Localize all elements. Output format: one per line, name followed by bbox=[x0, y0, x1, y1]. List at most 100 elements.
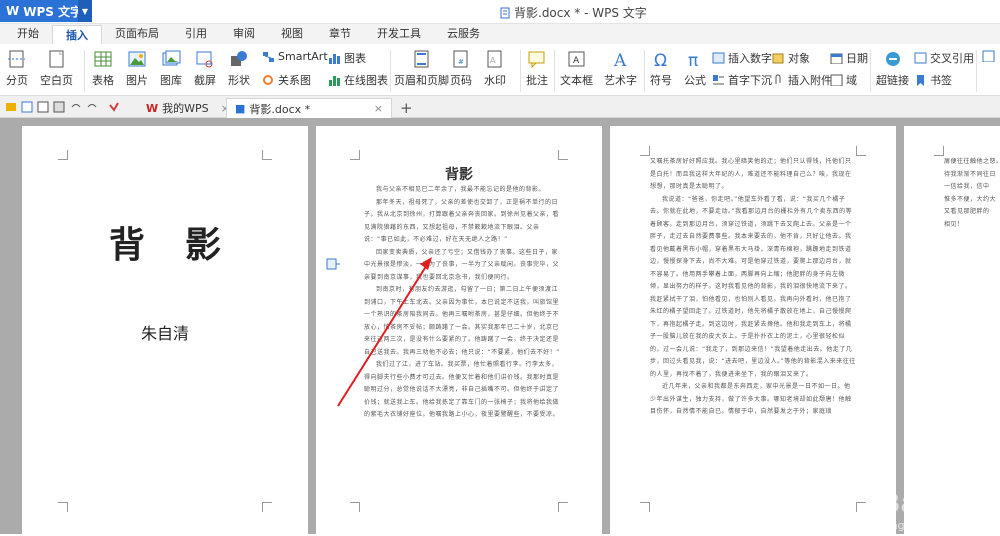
blank-page-icon bbox=[49, 50, 63, 68]
paperclip-icon bbox=[775, 74, 781, 84]
date-button[interactable]: 日期 bbox=[830, 50, 868, 66]
smartart-icon bbox=[263, 51, 274, 62]
watermark-icon: A bbox=[487, 50, 502, 68]
menu-bar: 开始 插入 页面布局 引用 审阅 视图 章节 开发工具 云服务 bbox=[0, 24, 1000, 45]
crop-mark bbox=[856, 146, 866, 156]
separator bbox=[84, 50, 85, 92]
field-button[interactable]: 域 bbox=[830, 72, 857, 88]
shapes-button[interactable]: 形状 bbox=[228, 50, 250, 88]
menu-3[interactable]: 引用 bbox=[172, 24, 220, 44]
separator bbox=[390, 50, 391, 92]
page-3[interactable]: 又嘱托茶房好好照应我。我心里暗笑他的迂；他们只认得钱，托他们只是白托！而且我这样… bbox=[610, 126, 896, 536]
svg-text:π: π bbox=[688, 51, 698, 68]
shapes-icon bbox=[231, 51, 247, 66]
online-chart-button[interactable]: 在线图表 bbox=[328, 72, 388, 88]
menu-1[interactable]: 插入 bbox=[52, 25, 102, 45]
grid-icon bbox=[982, 50, 995, 62]
document-icon: ■ bbox=[235, 102, 246, 115]
link-icon bbox=[885, 52, 900, 66]
menu-2[interactable]: 页面布局 bbox=[102, 24, 172, 44]
more-button[interactable] bbox=[982, 50, 995, 62]
text-line: 屑便往往触他之怒。 bbox=[944, 158, 1000, 165]
relation-chart-button[interactable]: 关系图 bbox=[262, 72, 311, 88]
svg-text:A: A bbox=[573, 56, 580, 66]
paragraph-note-icon[interactable] bbox=[326, 258, 340, 270]
gallery-button[interactable]: 图库 bbox=[160, 50, 182, 88]
insert-number-button[interactable]: 插入数字 bbox=[712, 50, 772, 66]
menu-4[interactable]: 审阅 bbox=[220, 24, 268, 44]
new-tab-button[interactable]: + bbox=[392, 98, 421, 118]
document-canvas[interactable]: 背影 朱自清 背影 我与父亲不相见已二年余了，我最不能忘记的是他的背影。 那年冬… bbox=[0, 118, 1000, 536]
chart-button[interactable]: 图表 bbox=[328, 50, 366, 66]
page-4[interactable]: 屑便往往触他之怒。 待我渐渐不同往日 一信给我，信中 惟多不便，大约大 又看见那肥胖的相… bbox=[904, 126, 1000, 536]
separator bbox=[554, 50, 555, 92]
bookmark-button[interactable]: 书签 bbox=[914, 72, 952, 88]
page-break-button[interactable]: 分页 bbox=[6, 50, 28, 88]
menu-5[interactable]: 视图 bbox=[268, 24, 316, 44]
svg-text:#: # bbox=[458, 58, 464, 66]
object-button[interactable]: 对象 bbox=[772, 50, 810, 66]
svg-text:Ω: Ω bbox=[654, 51, 667, 68]
table-button[interactable]: 表格 bbox=[92, 50, 114, 88]
document-icon bbox=[500, 7, 510, 18]
dropcap-button[interactable]: 首字下沉 bbox=[712, 72, 772, 88]
hyperlink-button[interactable]: 超链接 bbox=[876, 50, 909, 88]
textbox-button[interactable]: A 文本框 bbox=[560, 50, 593, 88]
page-title: 背影 bbox=[445, 167, 473, 183]
smartart-button[interactable]: SmartArt bbox=[262, 50, 328, 63]
text-line: 一信给我，信中 bbox=[944, 183, 990, 190]
title-bar: W WPS 文字 ▼ 背影.docx * - WPS 文字 bbox=[0, 0, 1000, 24]
crop-mark bbox=[856, 502, 866, 512]
window-title: 背影.docx * - WPS 文字 bbox=[500, 4, 647, 21]
crop-mark bbox=[58, 150, 68, 160]
comment-button[interactable]: 批注 bbox=[526, 50, 548, 88]
paragraph: 那年冬天，祖母死了，父亲的差使也交卸了，正是祸不单行的日子。我从北京到徐州，打算… bbox=[364, 198, 560, 244]
crop-mark bbox=[350, 150, 360, 160]
symbol-button[interactable]: Ω 符号 bbox=[650, 50, 672, 88]
quick-access-toolbar[interactable] bbox=[6, 101, 126, 113]
header-footer-icon bbox=[414, 50, 428, 68]
crop-mark bbox=[640, 146, 650, 156]
paragraph: 又嘱托茶房好好照应我。我心里暗笑他的迂；他们只认得钱，托他们只是白托！而且我这样… bbox=[650, 158, 852, 190]
textbox-icon: A bbox=[568, 51, 584, 67]
pi-icon: π bbox=[688, 51, 698, 68]
menu-0[interactable]: 开始 bbox=[4, 24, 52, 44]
gallery-icon bbox=[162, 50, 181, 66]
field-icon bbox=[830, 74, 843, 86]
crop-mark bbox=[58, 502, 68, 512]
blank-page-button[interactable]: 空白页 bbox=[40, 50, 73, 88]
picture-button[interactable]: 图片 bbox=[126, 50, 148, 88]
crop-mark bbox=[350, 502, 360, 512]
watermark-url: jingyan.baidu.com bbox=[884, 519, 986, 532]
menu-7[interactable]: 开发工具 bbox=[364, 24, 434, 44]
online-chart-icon bbox=[329, 76, 340, 86]
chart-icon bbox=[329, 54, 340, 64]
app-menu-button[interactable]: W WPS 文字 ▼ bbox=[0, 0, 92, 22]
screenshot-button[interactable]: 截屏 bbox=[194, 50, 216, 88]
wordart-button[interactable]: A 艺术字 bbox=[604, 50, 637, 88]
formula-button[interactable]: π 公式 bbox=[684, 50, 706, 88]
wps-logo-icon: W bbox=[6, 4, 20, 18]
page-break-icon bbox=[8, 50, 25, 68]
page-number-button[interactable]: # 页码 bbox=[450, 50, 472, 88]
close-icon[interactable]: × bbox=[374, 102, 383, 115]
crossref-button[interactable]: 交叉引用 bbox=[914, 50, 974, 66]
page-2[interactable]: 背影 我与父亲不相见已二年余了，我最不能忘记的是他的背影。 那年冬天，祖母死了，… bbox=[316, 126, 602, 536]
tab-document[interactable]: ■ 背影.docx * × bbox=[226, 98, 392, 118]
attachment-button[interactable]: 插入附件 bbox=[772, 72, 832, 88]
separator bbox=[520, 50, 521, 92]
header-footer-button[interactable]: 页眉和页脚 bbox=[394, 50, 449, 88]
page-number-icon: # bbox=[453, 50, 468, 68]
page-1[interactable]: 背影 朱自清 bbox=[22, 126, 308, 536]
watermark-button[interactable]: A 水印 bbox=[484, 50, 506, 88]
tab-my-wps[interactable]: W 我的WPS × bbox=[138, 98, 238, 118]
text-line: 又看见那肥胖的 bbox=[944, 208, 990, 215]
paragraph: 回家变卖典质，父亲还了亏空；又借钱办了丧事。这些日子，家中光景很是惨淡，一半为了… bbox=[364, 248, 560, 281]
menu-6[interactable]: 章节 bbox=[316, 24, 364, 44]
relation-icon bbox=[263, 75, 273, 85]
app-name: WPS 文字 bbox=[23, 4, 83, 19]
menu-8[interactable]: 云服务 bbox=[434, 24, 493, 44]
table-icon bbox=[94, 51, 112, 67]
paragraph: 我说道：“爸爸，你走吧。”他望车外看了看，说：“我买几个橘子去。你就在此地，不要… bbox=[650, 195, 856, 378]
chevron-down-icon[interactable]: ▼ bbox=[78, 0, 92, 22]
